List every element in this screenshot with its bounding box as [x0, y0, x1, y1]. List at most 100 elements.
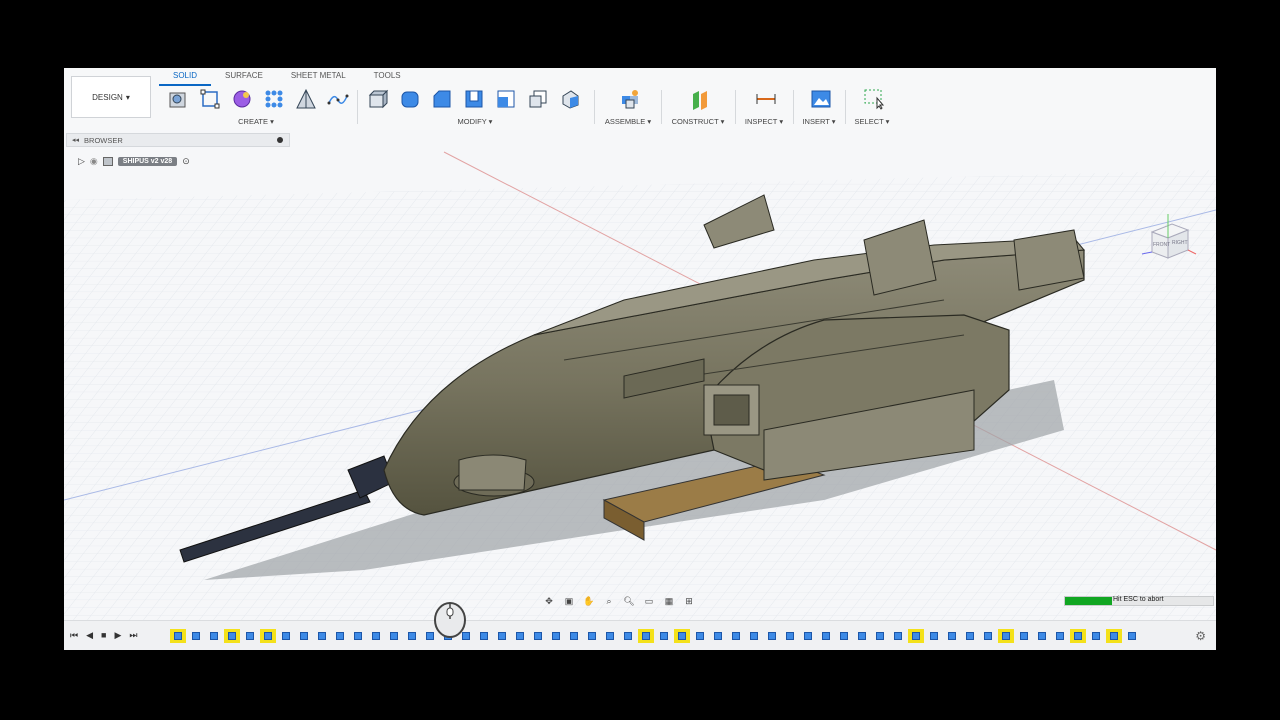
timeline-feature[interactable]	[980, 629, 996, 643]
timeline-feature[interactable]	[782, 629, 798, 643]
timeline-feature[interactable]	[1088, 629, 1104, 643]
shell-icon[interactable]	[462, 87, 486, 111]
timeline-settings-gear-icon[interactable]: ⚙	[1195, 629, 1206, 643]
timeline-feature[interactable]	[998, 629, 1014, 643]
timeline-feature[interactable]	[890, 629, 906, 643]
insert-menu[interactable]: INSERT ▾	[798, 117, 840, 126]
timeline-feature[interactable]	[764, 629, 780, 643]
timeline-feature[interactable]	[224, 629, 240, 643]
tab-sheet-metal[interactable]: SHEET METAL	[277, 70, 360, 84]
form-icon[interactable]	[230, 87, 254, 111]
timeline-feature[interactable]	[728, 629, 744, 643]
scale-icon[interactable]	[526, 87, 550, 111]
timeline-feature[interactable]	[404, 629, 420, 643]
timeline-feature[interactable]	[368, 629, 384, 643]
timeline-feature[interactable]	[926, 629, 942, 643]
timeline-feature[interactable]	[350, 629, 366, 643]
revolve-icon[interactable]	[294, 87, 318, 111]
timeline-feature[interactable]	[1070, 629, 1086, 643]
pan-icon[interactable]: ✋	[582, 595, 596, 607]
visibility-eye-icon[interactable]: ◉	[90, 156, 98, 167]
timeline-feature[interactable]	[1124, 629, 1140, 643]
timeline-feature[interactable]	[962, 629, 978, 643]
go-to-end-icon[interactable]: ⏭	[129, 630, 137, 641]
timeline-feature[interactable]	[260, 629, 276, 643]
chamfer-icon[interactable]	[430, 87, 454, 111]
sketch-icon[interactable]	[198, 87, 222, 111]
timeline-feature[interactable]	[386, 629, 402, 643]
timeline-feature[interactable]	[1052, 629, 1068, 643]
expand-icon[interactable]: ▷	[78, 156, 85, 167]
timeline-feature[interactable]	[656, 629, 672, 643]
timeline-feature[interactable]	[1034, 629, 1050, 643]
timeline-feature[interactable]	[1016, 629, 1032, 643]
timeline-feature[interactable]	[188, 629, 204, 643]
timeline-feature[interactable]	[710, 629, 726, 643]
fillet-icon[interactable]	[398, 87, 422, 111]
modify-menu[interactable]: MODIFY ▾	[362, 117, 588, 126]
go-to-start-icon[interactable]: ⏮	[70, 630, 78, 641]
measure-icon[interactable]	[754, 87, 778, 111]
timeline-feature[interactable]	[872, 629, 888, 643]
zoom-window-icon[interactable]: 🔍︎	[622, 595, 636, 607]
canvas-viewport[interactable]: FRONT RIGHT	[64, 130, 1216, 650]
look-at-icon[interactable]: ▣	[562, 595, 576, 607]
browser-panel-header[interactable]: ◂◂ BROWSER	[66, 133, 290, 147]
create-menu[interactable]: CREATE ▾	[162, 117, 350, 126]
timeline-feature[interactable]	[602, 629, 618, 643]
timeline-feature[interactable]	[314, 629, 330, 643]
pin-icon[interactable]	[277, 137, 283, 143]
timeline-feature[interactable]	[548, 629, 564, 643]
timeline-feature[interactable]	[296, 629, 312, 643]
timeline-feature[interactable]	[818, 629, 834, 643]
timeline-feature[interactable]	[530, 629, 546, 643]
timeline-feature[interactable]	[638, 629, 654, 643]
timeline-feature[interactable]	[476, 629, 492, 643]
timeline-feature[interactable]	[206, 629, 222, 643]
timeline-feature[interactable]	[584, 629, 600, 643]
press-pull-icon[interactable]	[366, 87, 390, 111]
spline-icon[interactable]	[326, 87, 350, 111]
workspace-dropdown[interactable]: DESIGN ▾	[71, 76, 151, 118]
pattern-icon[interactable]	[262, 87, 286, 111]
play-icon[interactable]: ▶	[114, 630, 121, 641]
stop-icon[interactable]: ■	[101, 630, 106, 641]
viewports-icon[interactable]: ⊞	[682, 595, 696, 607]
timeline-feature[interactable]	[908, 629, 924, 643]
browser-root-node[interactable]: ▷ ◉ SHIPUS v2 v28 ⊙	[78, 154, 190, 168]
timeline-feature[interactable]	[836, 629, 852, 643]
offset-plane-icon[interactable]	[688, 87, 712, 111]
timeline-feature[interactable]	[242, 629, 258, 643]
timeline-feature[interactable]	[746, 629, 762, 643]
tab-tools[interactable]: TOOLS	[360, 70, 415, 84]
select-icon[interactable]	[862, 87, 886, 111]
timeline-feature[interactable]	[620, 629, 636, 643]
draft-icon[interactable]	[494, 87, 518, 111]
timeline-feature[interactable]	[170, 629, 186, 643]
combine-icon[interactable]	[558, 87, 582, 111]
timeline-feature[interactable]	[674, 629, 690, 643]
assemble-menu[interactable]: ASSEMBLE ▾	[600, 117, 656, 126]
grid-settings-icon[interactable]: ▦	[662, 595, 676, 607]
new-component-assemble-icon[interactable]	[618, 87, 642, 111]
timeline-feature[interactable]	[512, 629, 528, 643]
timeline-feature[interactable]	[944, 629, 960, 643]
orbit-icon[interactable]: ✥	[542, 595, 556, 607]
construct-menu[interactable]: CONSTRUCT ▾	[666, 117, 730, 126]
select-menu[interactable]: SELECT ▾	[850, 117, 894, 126]
timeline-feature[interactable]	[566, 629, 582, 643]
timeline-feature[interactable]	[494, 629, 510, 643]
inspect-menu[interactable]: INSPECT ▾	[740, 117, 788, 126]
timeline-feature[interactable]	[332, 629, 348, 643]
timeline-feature[interactable]	[692, 629, 708, 643]
collapse-icon[interactable]: ◂◂	[67, 136, 84, 144]
tab-surface[interactable]: SURFACE	[211, 70, 277, 84]
view-cube[interactable]: FRONT RIGHT	[1138, 208, 1198, 268]
active-radio-icon[interactable]: ⊙	[182, 156, 190, 167]
insert-image-icon[interactable]	[809, 87, 833, 111]
timeline-feature[interactable]	[278, 629, 294, 643]
timeline-feature[interactable]	[1106, 629, 1122, 643]
timeline-feature[interactable]	[800, 629, 816, 643]
zoom-icon[interactable]: ⌕	[602, 595, 616, 607]
timeline-feature[interactable]	[854, 629, 870, 643]
